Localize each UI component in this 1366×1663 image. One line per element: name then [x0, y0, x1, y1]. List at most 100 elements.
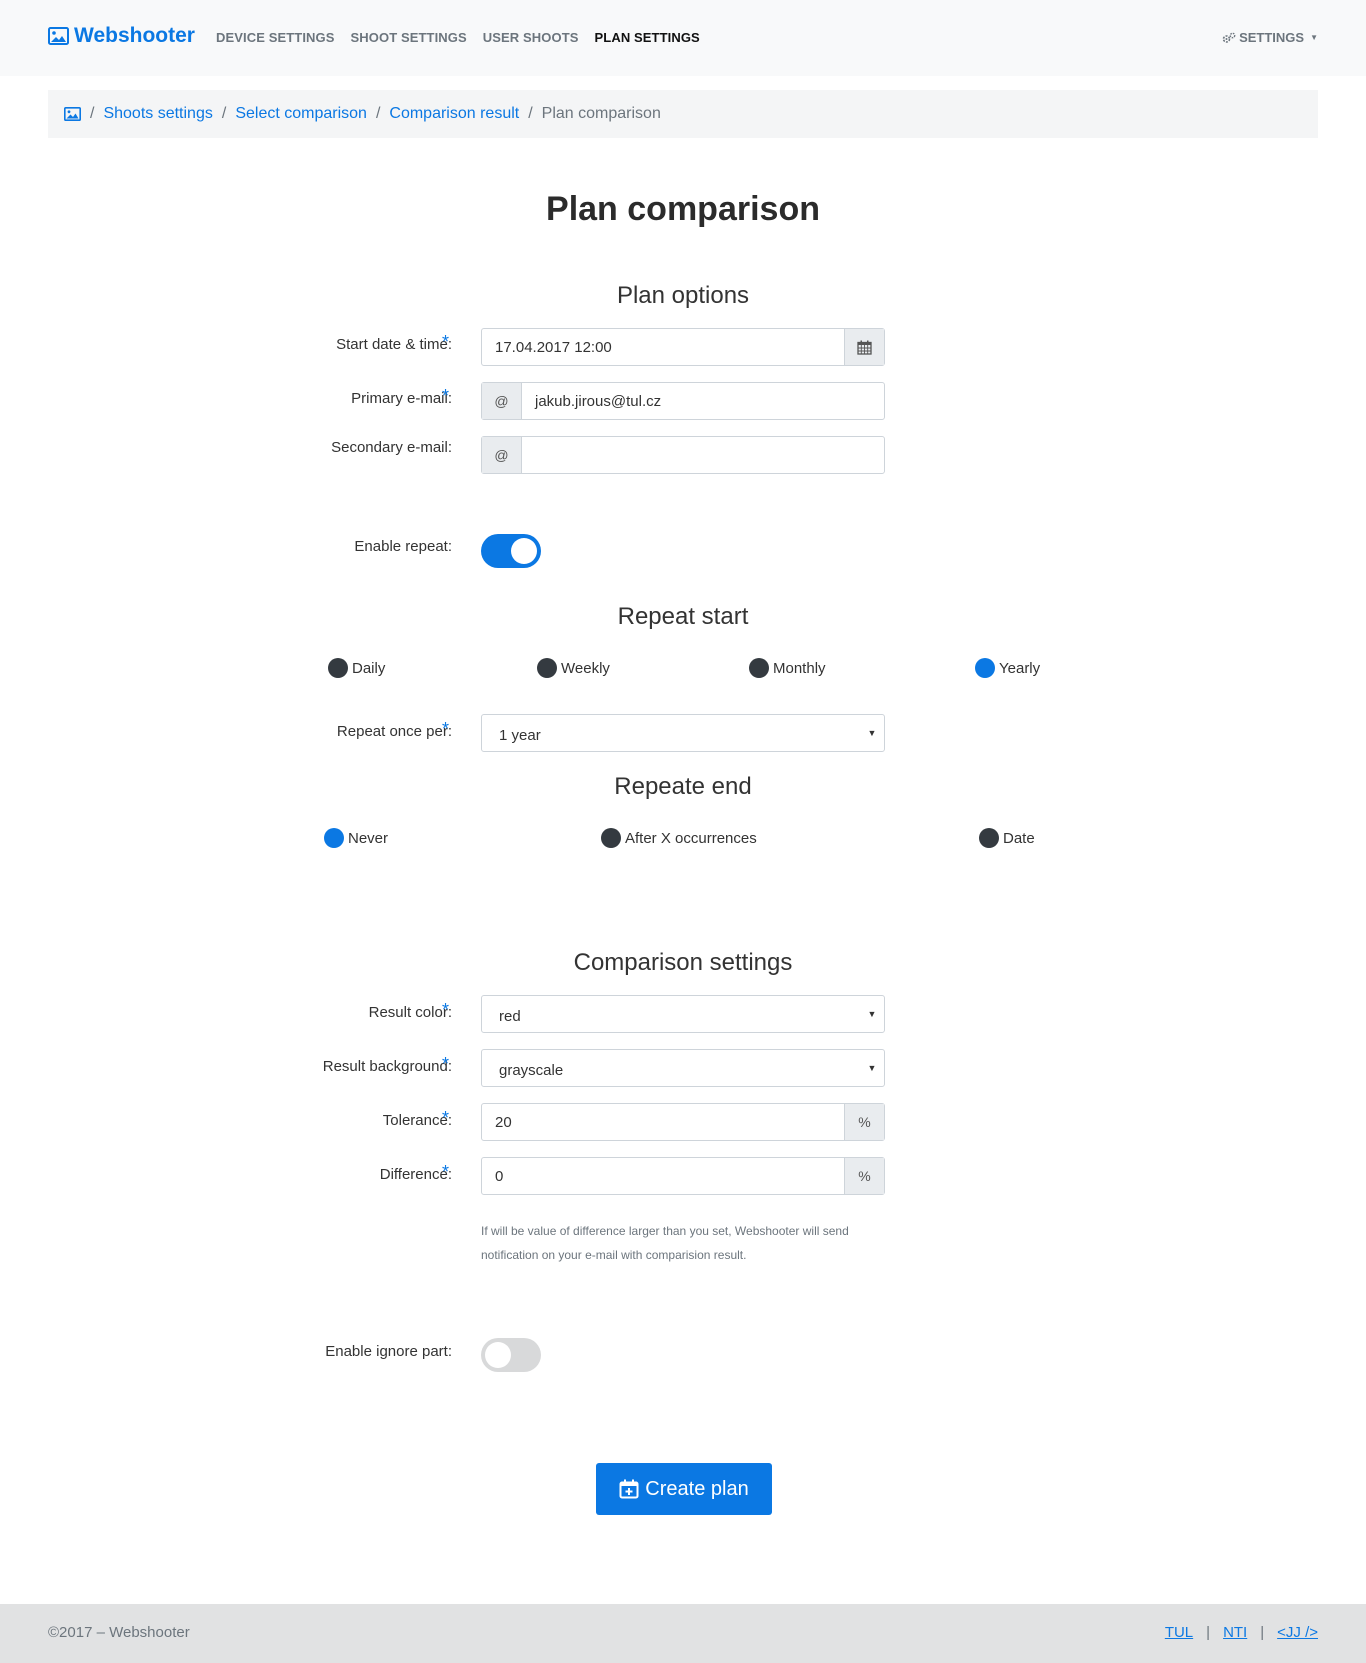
result-background-select[interactable]: grayscale ▼: [481, 1049, 885, 1087]
radio-indicator: [975, 658, 995, 678]
settings-label: SETTINGS: [1239, 30, 1305, 45]
breadcrumb-separator: /: [221, 105, 227, 122]
settings-dropdown[interactable]: SETTINGS ▼: [1222, 30, 1318, 45]
result-color-select[interactable]: red ▼: [481, 995, 885, 1033]
footer-link-nti[interactable]: NTI: [1223, 1624, 1247, 1641]
create-plan-label: Create plan: [645, 1477, 749, 1500]
nav-links: DEVICE SETTINGS SHOOT SETTINGS USER SHOO…: [216, 30, 716, 45]
breadcrumb-separator: /: [90, 105, 95, 122]
result-background-value: grayscale: [499, 1062, 564, 1079]
required-mark: *: [442, 1054, 450, 1074]
radio-never-label: Never: [348, 829, 389, 847]
radio-indicator: [324, 828, 344, 848]
percent-addon: %: [844, 1158, 884, 1194]
gears-icon: [1222, 32, 1236, 43]
footer-links: TUL | NTI | <JJ />: [1165, 1624, 1318, 1641]
radio-indicator: [328, 658, 348, 678]
image-icon[interactable]: [64, 107, 81, 121]
select-arrow-icon: ▼: [867, 728, 877, 738]
radio-daily-label: Daily: [352, 659, 386, 677]
required-mark: *: [442, 386, 450, 406]
repeat-end-title: Repeate end: [614, 773, 752, 800]
difference-help-text: If will be value of difference larger th…: [481, 1224, 849, 1262]
percent-addon: %: [844, 1104, 884, 1140]
radio-indicator: [749, 658, 769, 678]
caret-down-icon: ▼: [1310, 33, 1318, 42]
nav-user-shoots[interactable]: USER SHOOTS: [483, 30, 579, 45]
radio-indicator: [979, 828, 999, 848]
required-mark: *: [442, 1162, 450, 1182]
secondary-email-value: [522, 437, 884, 473]
navbar: Webshooter DEVICE SETTINGS SHOOT SETTING…: [0, 0, 1366, 76]
radio-weekly[interactable]: Weekly: [537, 658, 610, 678]
select-arrow-icon: ▼: [867, 1063, 877, 1073]
at-sign-addon: @: [482, 437, 522, 473]
tolerance-value: 20: [495, 1114, 512, 1131]
start-date-value: 17.04.2017 12:00: [495, 339, 612, 356]
secondary-email-field[interactable]: @: [481, 436, 885, 474]
breadcrumb-separator: /: [375, 105, 381, 122]
at-sign-addon: @: [482, 383, 522, 419]
nav-plan-settings[interactable]: PLAN SETTINGS: [595, 30, 700, 45]
radio-yearly[interactable]: Yearly: [975, 658, 1040, 678]
plan-options-title: Plan options: [616, 282, 750, 309]
tolerance-input[interactable]: 20 %: [481, 1103, 885, 1141]
radio-indicator: [537, 658, 557, 678]
calendar-plus-icon: [619, 1479, 639, 1499]
nav-device-settings[interactable]: DEVICE SETTINGS: [216, 30, 335, 45]
footer-separator: |: [1260, 1624, 1265, 1641]
required-mark: *: [442, 332, 450, 352]
radio-after-x-occurrences[interactable]: After X occurrences: [601, 828, 757, 848]
start-date-input[interactable]: 17.04.2017 12:00: [481, 328, 885, 366]
toggle-knob: [485, 1342, 511, 1368]
breadcrumb: / Shoots settings / Select comparison / …: [48, 90, 1318, 138]
required-mark: *: [442, 1108, 450, 1128]
calendar-icon: [857, 340, 872, 355]
result-color-label: Result color:: [368, 1004, 452, 1021]
secondary-email-label: Secondary e-mail:: [331, 439, 452, 456]
result-background-label: Result background:: [322, 1058, 452, 1075]
image-icon: [48, 27, 69, 45]
footer-link-tul[interactable]: TUL: [1165, 1624, 1193, 1641]
radio-weekly-label: Weekly: [561, 659, 610, 677]
start-date-label: Start date & time:: [336, 336, 452, 353]
radio-never[interactable]: Never: [324, 828, 388, 848]
difference-input[interactable]: 0 %: [481, 1157, 885, 1195]
enable-ignore-toggle[interactable]: [481, 1338, 541, 1372]
enable-repeat-label: Enable repeat:: [354, 538, 452, 555]
radio-date[interactable]: Date: [979, 828, 1035, 848]
radio-monthly-label: Monthly: [773, 659, 826, 677]
required-mark: *: [442, 1000, 450, 1020]
repeat-once-per-label: Repeat once per:: [336, 723, 452, 740]
select-arrow-icon: ▼: [867, 1009, 877, 1019]
enable-repeat-toggle[interactable]: [481, 534, 541, 568]
breadcrumb-shoots-settings[interactable]: Shoots settings: [103, 105, 212, 123]
primary-email-field[interactable]: @ jakub.jirous@tul.cz: [481, 382, 885, 420]
result-color-value: red: [499, 1008, 521, 1025]
radio-after-x-label: After X occurrences: [625, 829, 757, 847]
brand-name: Webshooter: [74, 24, 195, 47]
breadcrumb-separator: /: [528, 105, 533, 122]
repeat-once-per-value: 1 year: [499, 727, 541, 744]
radio-indicator: [601, 828, 621, 848]
create-plan-button[interactable]: Create plan: [596, 1463, 772, 1515]
copyright: ©2017 – Webshooter: [48, 1624, 190, 1641]
radio-yearly-label: Yearly: [999, 659, 1041, 677]
breadcrumb-select-comparison[interactable]: Select comparison: [235, 105, 367, 123]
primary-email-label: Primary e-mail:: [351, 390, 452, 407]
page-title: Plan comparison: [546, 190, 820, 228]
breadcrumb-comparison-result[interactable]: Comparison result: [389, 105, 519, 123]
enable-ignore-label: Enable ignore part:: [325, 1343, 452, 1360]
toggle-knob: [511, 538, 537, 564]
primary-email-value: jakub.jirous@tul.cz: [535, 393, 662, 410]
radio-date-label: Date: [1003, 829, 1035, 847]
radio-monthly[interactable]: Monthly: [749, 658, 826, 678]
brand-link[interactable]: Webshooter: [48, 24, 195, 48]
repeat-once-per-select[interactable]: 1 year ▼: [481, 714, 885, 752]
nav-shoot-settings[interactable]: SHOOT SETTINGS: [351, 30, 467, 45]
breadcrumb-current: Plan comparison: [541, 105, 661, 122]
calendar-button[interactable]: [844, 329, 884, 365]
footer-link-jj[interactable]: <JJ />: [1277, 1624, 1318, 1641]
radio-daily[interactable]: Daily: [328, 658, 385, 678]
required-mark: *: [442, 719, 450, 739]
